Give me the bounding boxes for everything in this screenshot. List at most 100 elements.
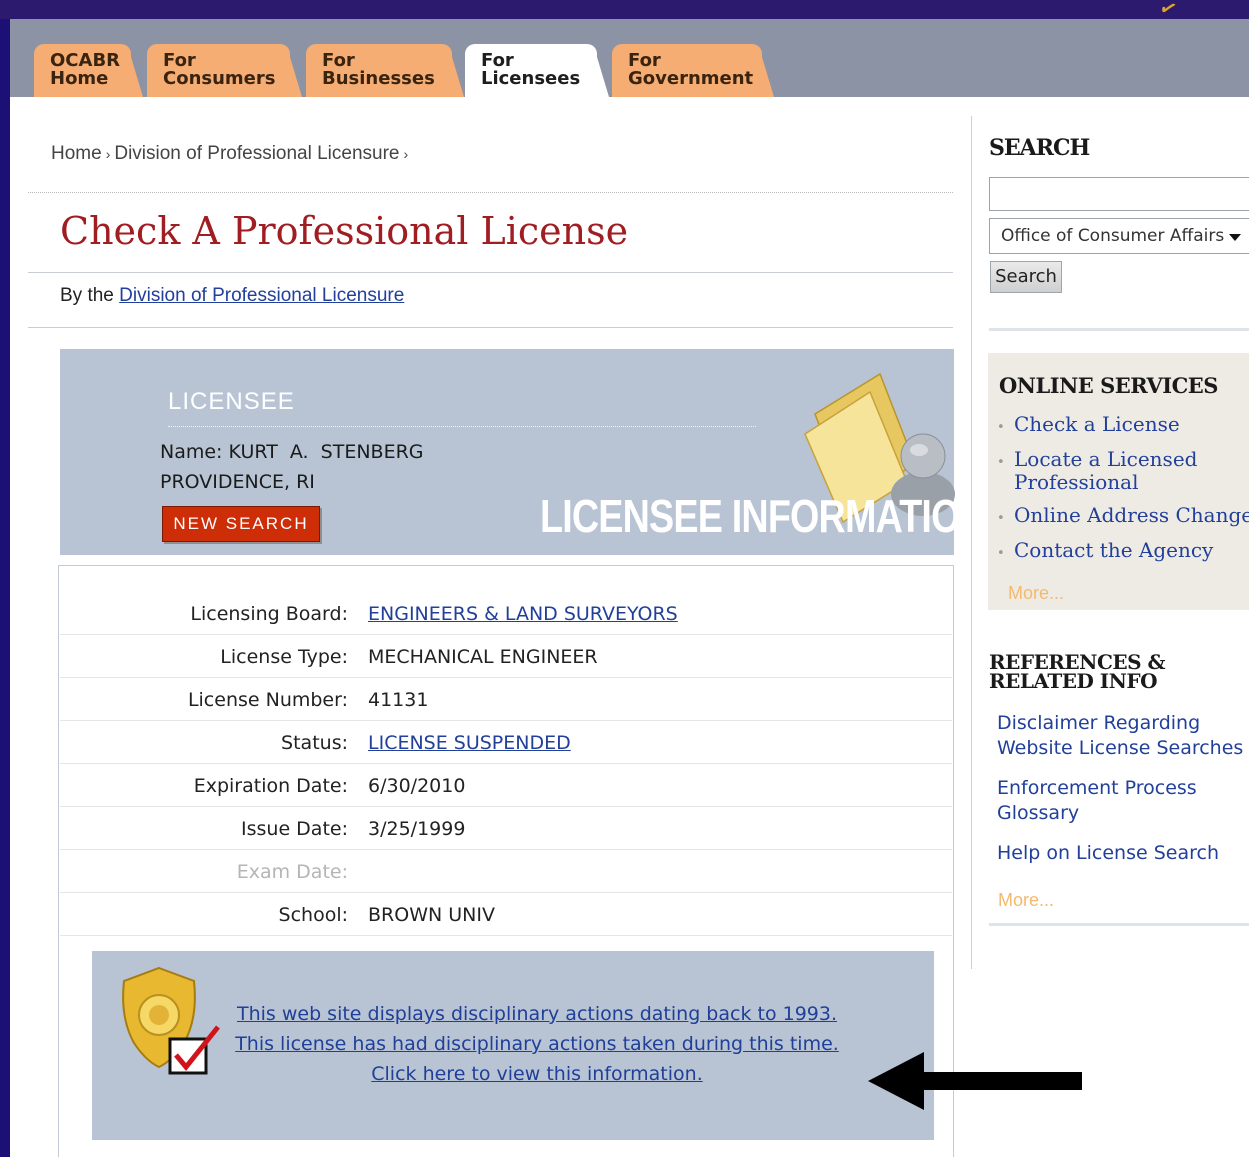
divider [989,328,1249,331]
page-title: Check A Professional License [60,209,629,253]
division-link[interactable]: Division of Professional Licensure [119,285,404,306]
divider [989,923,1249,926]
byline-prefix: By the [60,285,114,306]
divider [168,426,756,427]
divider [28,272,953,273]
search-input[interactable] [989,177,1249,211]
status-link[interactable]: LICENSE SUSPENDED [368,732,571,754]
top-banner: ✓ [0,0,1249,22]
new-search-button[interactable]: NEW SEARCH [162,506,320,542]
tab-label: Licensees [481,68,581,89]
detail-value: 41131 [368,689,429,711]
tab-label: Home [50,68,109,89]
detail-row-expiration-date: Expiration Date: 6/30/2010 [60,764,952,807]
name-value: KURT A. STENBERG [228,441,424,463]
page: OCABR Home For Consumers For Businesses … [10,19,1249,1157]
reference-label: Enforcement Process [997,777,1197,799]
online-service-check-license[interactable]: Check a License [1014,413,1180,436]
online-service-contact-agency[interactable]: Contact the Agency [1014,539,1213,562]
main-nav: OCABR Home For Consumers For Businesses … [10,19,1249,97]
search-scope-value: Office of Consumer Affairs [1001,226,1225,246]
breadcrumb: Home › Division of Professional Licensure › [51,143,412,165]
reference-label: Website License Searches [997,737,1244,759]
byline: By the Division of Professional Licensur… [60,285,404,307]
bullet-icon: • [997,546,1005,561]
service-label: Contact the Agency [1014,538,1214,562]
reference-help-link[interactable]: Help on License Search [997,841,1219,866]
breadcrumb-division[interactable]: Division of Professional Licensure [114,143,399,164]
detail-value: 6/30/2010 [368,775,466,797]
detail-label: License Type: [220,646,348,668]
licensee-location: PROVIDENCE, RI [160,471,315,493]
service-label: Check a License [1014,412,1180,436]
search-heading: SEARCH [989,135,1090,161]
tab-ocabr-home[interactable]: OCABR Home [34,44,143,97]
disciplinary-link-1[interactable]: This web site displays disciplinary acti… [212,999,862,1029]
service-label: Locate a Licensed [1014,447,1198,471]
reference-label: Help on License Search [997,842,1220,864]
licensee-name: Name: KURT A. STENBERG [160,441,424,463]
bullet-icon: • [997,455,1005,470]
disciplinary-link-2[interactable]: This license has had disciplinary action… [212,1029,862,1059]
tab-for-businesses[interactable]: For Businesses [306,44,464,97]
references-heading-line: RELATED INFO [989,669,1158,693]
detail-label: Status: [281,732,348,754]
service-label: Professional [1014,470,1139,494]
disciplinary-text: This web site displays disciplinary acti… [212,999,862,1089]
licensing-board-link[interactable]: ENGINEERS & LAND SURVEYORS [368,603,678,625]
disciplinary-notice: This web site displays disciplinary acti… [92,951,934,1140]
tab-for-consumers[interactable]: For Consumers [147,44,302,97]
reference-label: Glossary [997,802,1080,824]
online-services-heading: ONLINE SERVICES [999,373,1218,398]
detail-row-school: School: BROWN UNIV [60,893,952,936]
left-arrow-icon [868,1052,1082,1110]
online-service-locate-professional[interactable]: Locate a Licensed Professional [1014,448,1197,494]
reference-enforcement-glossary-link[interactable]: Enforcement Process Glossary [997,776,1197,826]
search-button[interactable]: Search [990,261,1062,293]
detail-label: Issue Date: [241,818,348,840]
detail-row-exam-date: Exam Date: [60,850,952,893]
tab-for-government[interactable]: For Government [612,44,774,97]
detail-row-status: Status: LICENSE SUSPENDED [60,721,952,764]
service-label: Online Address Change [1014,503,1249,527]
tab-label: Businesses [322,68,435,89]
detail-label: License Number: [187,689,348,711]
breadcrumb-separator: › [403,146,409,162]
view-disciplinary-link[interactable]: Click here to view this information. [212,1059,862,1089]
reference-disclaimer-link[interactable]: Disclaimer Regarding Website License Sea… [997,711,1243,761]
detail-row-issue-date: Issue Date: 3/25/1999 [60,807,952,850]
detail-row-license-type: License Type: MECHANICAL ENGINEER [60,635,952,678]
tab-label: Consumers [163,68,276,89]
detail-label: Licensing Board: [190,603,348,625]
breadcrumb-home[interactable]: Home [51,143,102,164]
licensee-information-banner: LICENSEE INFORMATION [540,490,987,542]
detail-label: Exam Date: [236,861,348,883]
bullet-icon: • [997,420,1005,435]
divider [28,327,953,328]
online-services-more-link[interactable]: More... [1008,583,1064,604]
detail-value: MECHANICAL ENGINEER [368,646,598,668]
dropdown-caret-icon [1229,234,1241,241]
reference-label: Disclaimer Regarding [997,712,1201,734]
detail-row-license-number: License Number: 41131 [60,678,952,721]
detail-row-licensing-board: Licensing Board: ENGINEERS & LAND SURVEY… [60,592,952,635]
divider [28,192,953,193]
detail-label: Expiration Date: [193,775,348,797]
detail-value: 3/25/1999 [368,818,466,840]
name-label: Name: [160,441,223,463]
tab-for-licensees[interactable]: For Licensees [465,44,609,97]
licensee-panel: LICENSEE Name: KURT A. STENBERG PROVIDEN… [60,349,987,555]
breadcrumb-separator: › [105,146,111,162]
references-more-link[interactable]: More... [998,890,1054,911]
badge-checkmark-icon [122,966,220,1075]
detail-value: BROWN UNIV [368,904,495,926]
search-scope-select[interactable]: Office of Consumer Affairs [989,218,1249,254]
online-services-panel: ONLINE SERVICES • Check a License • Loca… [988,353,1249,610]
online-service-address-change[interactable]: Online Address Change [1014,504,1249,527]
sidebar-divider [971,116,972,969]
detail-label: School: [278,904,348,926]
tab-label: Government [628,68,754,89]
references-heading: REFERENCES & RELATED INFO [989,652,1166,693]
licensee-heading: LICENSEE [168,388,295,415]
bullet-icon: • [997,511,1005,526]
